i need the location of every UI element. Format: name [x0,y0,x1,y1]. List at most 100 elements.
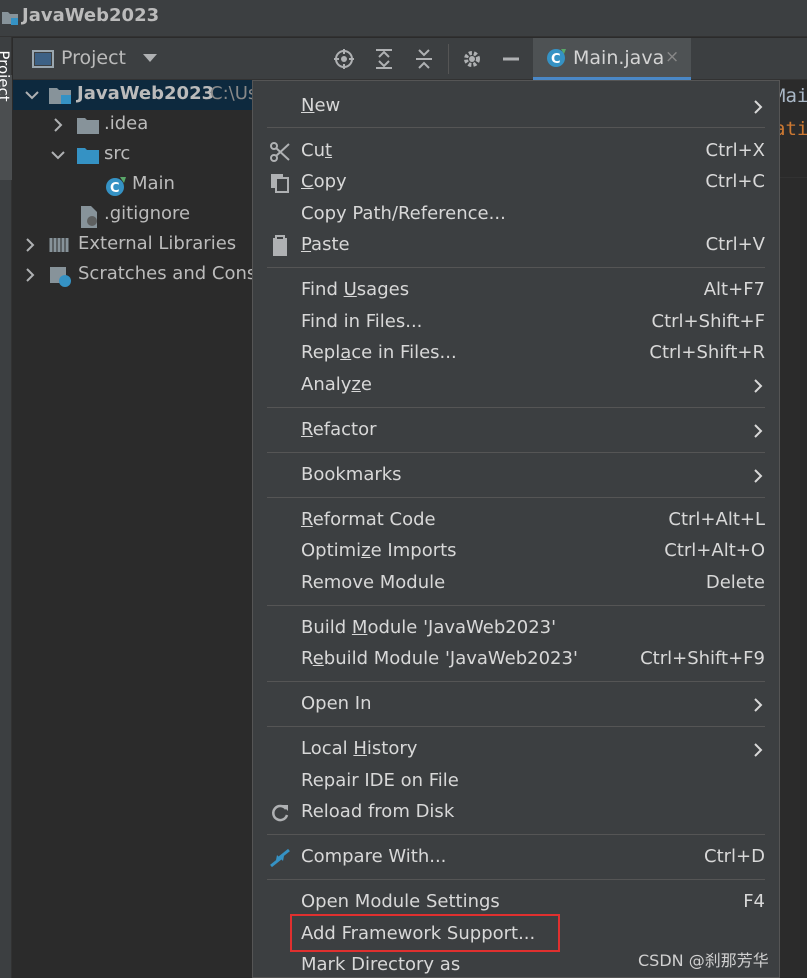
menu-item-shortcut: Ctrl+V [705,234,765,255]
menu-item-label: Paste [301,234,350,255]
project-view-selector[interactable]: Project [61,47,126,69]
menu-item-label: Add Framework Support... [301,923,536,944]
menu-item-copy-path[interactable]: Copy Path/Reference... [253,199,779,230]
menu-item-open-in[interactable]: Open In [253,689,779,720]
editor-tabs-strip [691,38,807,80]
project-view-icon [32,50,54,68]
menu-item-shortcut: Ctrl+Shift+R [649,342,765,363]
menu-separator [267,834,765,835]
menu-item-add-framework-support[interactable]: Add Framework Support... [253,919,779,950]
menu-separator [267,681,765,682]
tree-node-label: .gitignore [104,203,191,224]
chevron-right-icon [754,100,763,114]
menu-item-copy[interactable]: Copy Ctrl+C [253,167,779,198]
paste-icon [273,235,287,256]
menu-item-label: Replace in Files... [301,342,457,363]
svg-text:C: C [551,52,561,67]
compare-icon [270,848,290,868]
menu-item-label: Repair IDE on File [301,770,459,791]
menu-item-label: Build Module 'JavaWeb2023' [301,617,557,638]
context-menu: New Cut Ctrl+X Copy Ctrl+C Copy Path/Ref… [252,80,780,978]
menu-item-paste[interactable]: Paste Ctrl+V [253,230,779,261]
tree-node-gitignore[interactable]: .gitignore [13,200,253,230]
menu-item-label: Find Usages [301,279,410,300]
java-class-icon: C [106,177,126,196]
menu-item-shortcut: Ctrl+C [705,171,765,192]
tool-window-strip: Project [0,37,13,978]
menu-item-label: Reload from Disk [301,801,455,822]
project-tool-tab-label[interactable]: Project [0,50,13,101]
chevron-right-icon [754,743,763,757]
menu-item-compare-with[interactable]: Compare With... Ctrl+D [253,842,779,873]
collapse-all-icon[interactable] [413,48,435,70]
menu-item-label: New [301,95,341,116]
chevron-right-icon[interactable] [51,118,65,132]
menu-separator [267,497,765,498]
tree-node-javaweb2023[interactable]: JavaWeb2023 C:\Us [13,80,253,110]
menu-item-refactor[interactable]: Refactor [253,415,779,446]
chevron-down-icon[interactable] [143,54,157,62]
menu-separator [267,605,765,606]
menu-item-shortcut: Ctrl+Shift+F9 [640,648,765,669]
menu-item-local-history[interactable]: Local History [253,734,779,765]
menu-item-label: Reformat Code [301,509,436,530]
menu-item-analyze[interactable]: Analyze [253,370,779,401]
window-title: JavaWeb2023 [22,5,160,26]
menu-item-build-module[interactable]: Build Module 'JavaWeb2023' [253,613,779,644]
tree-node-scratches[interactable]: Scratches and Consoles [13,260,253,290]
source-folder-icon [77,148,99,164]
menu-item-repair-ide[interactable]: Repair IDE on File [253,766,779,797]
reload-icon [272,804,289,822]
expand-all-icon[interactable] [373,48,395,70]
menu-item-shortcut: Alt+F7 [703,279,765,300]
tree-node-path: C:\Us [210,83,253,104]
chevron-down-icon[interactable] [25,88,39,102]
tree-node-label: src [104,143,131,164]
menu-item-find-usages[interactable]: Find Usages Alt+F7 [253,275,779,306]
menu-item-replace-in-files[interactable]: Replace in Files... Ctrl+Shift+R [253,338,779,369]
chevron-right-icon[interactable] [23,268,37,282]
menu-item-new[interactable]: New [253,91,779,122]
menu-item-label: Analyze [301,374,372,395]
menu-item-reformat-code[interactable]: Reformat Code Ctrl+Alt+L [253,505,779,536]
chevron-right-icon [754,469,763,483]
tree-node-idea[interactable]: .idea [13,110,253,140]
menu-item-rebuild-module[interactable]: Rebuild Module 'JavaWeb2023' Ctrl+Shift+… [253,644,779,675]
folder-icon [77,118,99,134]
menu-item-label: Compare With... [301,846,447,867]
chevron-right-icon[interactable] [23,238,37,252]
hide-panel-icon[interactable] [500,48,522,70]
select-opened-file-icon[interactable] [333,48,355,70]
project-folder-icon [2,12,18,25]
java-class-icon: C [547,49,566,67]
tree-node-src[interactable]: src [13,140,253,170]
menu-item-label: Cut [301,140,333,161]
tree-node-label: JavaWeb2023 [77,83,215,104]
close-icon[interactable]: × [665,47,679,67]
chevron-right-icon [754,424,763,438]
menu-item-cut[interactable]: Cut Ctrl+X [253,136,779,167]
menu-separator [267,452,765,453]
gear-icon[interactable] [461,48,483,70]
svg-text:C: C [110,181,120,196]
menu-item-label: Copy [301,171,347,192]
menu-item-shortcut: Ctrl+D [704,846,765,867]
menu-item-open-module-settings[interactable]: Open Module Settings F4 [253,887,779,918]
menu-item-optimize-imports[interactable]: Optimize Imports Ctrl+Alt+O [253,536,779,567]
tree-node-external-libraries[interactable]: External Libraries [13,230,253,260]
menu-item-bookmarks[interactable]: Bookmarks [253,460,779,491]
menu-item-label: Find in Files... [301,311,423,332]
chevron-down-icon[interactable] [51,148,65,162]
tree-node-label: Scratches and Consoles [78,263,253,284]
library-icon [49,238,69,252]
tab-label: Main.java [573,47,665,69]
menu-item-remove-module[interactable]: Remove Module Delete [253,568,779,599]
tab-main-java[interactable]: C Main.java × [533,38,691,80]
menu-item-label: Open In [301,693,372,714]
tree-node-label: External Libraries [78,233,237,254]
tree-node-main[interactable]: C Main [13,170,253,200]
ignore-file-icon [81,206,97,228]
menu-item-find-in-files[interactable]: Find in Files... Ctrl+Shift+F [253,307,779,338]
menu-separator [267,726,765,727]
menu-item-reload-from-disk[interactable]: Reload from Disk [253,797,779,828]
